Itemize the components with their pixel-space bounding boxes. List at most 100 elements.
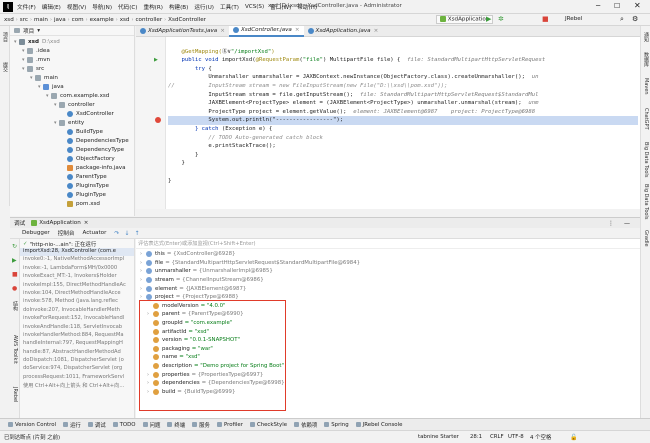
step-into-icon[interactable]: ↓ [124, 230, 129, 237]
tree-item[interactable]: package-info.java [10, 163, 134, 172]
editor-gutter[interactable]: ▶ [136, 37, 166, 209]
minimize-button[interactable]: ─ [596, 2, 600, 10]
stack-frame[interactable]: invoke:578, Method (java.lang.reflec [20, 298, 134, 306]
stack-frame[interactable]: invoke:-1, LambdaForm$MH/0x0000 [20, 265, 134, 273]
tool-window-button[interactable]: 问题 [142, 421, 160, 429]
settings-icon[interactable]: ⚙ [632, 15, 638, 23]
stop-icon[interactable]: ■ [542, 15, 549, 23]
tabnine-status[interactable]: tabnine Starter [418, 434, 459, 440]
tree-item[interactable]: ▾ src [10, 64, 134, 73]
menu-item[interactable]: 编辑(E) [42, 3, 61, 11]
editor-tab[interactable]: XsdApplicationTests.java × [136, 26, 229, 37]
stack-frame[interactable]: invokeExact_MT:-1, Invokers$Holder [20, 273, 134, 281]
editor-tab[interactable]: XsdController.java × [228, 25, 304, 37]
stack-frame[interactable]: importXsd:28, XsdController (com.e [20, 248, 134, 257]
tree-item[interactable]: XsdController [10, 109, 134, 118]
menu-item[interactable]: 导航(N) [92, 3, 112, 11]
lock-icon[interactable]: 🔓 [570, 434, 577, 441]
tool-window-button[interactable]: Profiler [216, 422, 243, 428]
tree-item[interactable]: pom.xsd [10, 199, 134, 208]
line-separator[interactable]: CRLF [490, 434, 504, 440]
maven-tool-tab[interactable]: Maven [643, 78, 649, 95]
tree-item[interactable]: ▾ .idea [10, 46, 134, 55]
run-icon[interactable]: ▶ [486, 15, 491, 23]
maximize-button[interactable]: ☐ [614, 2, 620, 10]
evaluate-bar[interactable]: 评估表达式(Enter)或添加监视(Ctrl+Shift+Enter) [136, 239, 640, 249]
breadcrumb-item[interactable]: XsdController [168, 17, 206, 23]
breadcrumb-item[interactable]: src [20, 17, 28, 23]
big-data-tools-tab[interactable]: Big Data Tools [643, 142, 649, 177]
variable-row[interactable]: › unmarshaller = {UnmarshallerImpl@6985} [136, 267, 640, 276]
tool-window-button[interactable]: Spring [324, 422, 349, 428]
tool-window-button[interactable]: 依赖项 [294, 421, 317, 429]
tool-window-button[interactable]: Version Control [8, 422, 56, 428]
notifications-tool-tab[interactable]: 通知 [643, 32, 650, 42]
stack-frame[interactable]: invokeHandlerMethod:884, RequestMa [20, 332, 134, 340]
tree-item[interactable]: PluginType [10, 190, 134, 199]
stack-frame[interactable]: doDispatch:1081, DispatcherServlet (o [20, 357, 134, 365]
breadcrumb-item[interactable]: xsd [4, 17, 14, 23]
breadcrumb-item[interactable]: example [90, 17, 114, 23]
menu-item[interactable]: 构建(B) [169, 3, 188, 11]
tree-item[interactable]: ▾ com.example.xsd [10, 91, 134, 100]
tree-item[interactable]: ▾ entity [10, 118, 134, 127]
menu-item[interactable]: 文件(F) [17, 3, 36, 11]
stack-frame[interactable]: invokeForRequest:152, InvocableHandl [20, 315, 134, 323]
stack-frame[interactable]: doInvoke:207, InvocableHandlerMeth [20, 307, 134, 315]
editor-tab[interactable]: XsdApplication.java × [304, 26, 383, 37]
gradle-tool-tab[interactable]: Gradle [643, 230, 649, 247]
variable-row[interactable]: › element = {JAXBElement@6987} [136, 284, 640, 293]
menu-item[interactable]: 运行(U) [194, 3, 214, 11]
stack-frame[interactable]: invoke0:-1, NativeMethodAccessorImpl [20, 256, 134, 264]
breadcrumb-item[interactable]: xsd [120, 17, 130, 23]
minimize-panel-icon[interactable]: — [624, 220, 630, 227]
project-tool-tab[interactable]: 项目 [2, 32, 9, 42]
menu-item[interactable]: 重构(R) [143, 3, 162, 11]
run-gutter-icon[interactable]: ▶ [154, 57, 158, 63]
tree-item[interactable]: DependenciesType [10, 136, 134, 145]
menu-item[interactable]: 视图(V) [67, 3, 86, 11]
tool-window-button[interactable]: JRebel Console [355, 422, 402, 428]
thread-selector[interactable]: ✓ "http-nio-...ain": 正在运行 [20, 239, 134, 248]
tree-item[interactable]: ▾ .mvn [10, 55, 134, 64]
close-icon[interactable]: × [295, 27, 300, 33]
tree-item[interactable]: ObjectFactory [10, 154, 134, 163]
breadcrumb-item[interactable]: controller [135, 17, 162, 23]
close-icon[interactable]: × [220, 28, 225, 34]
tree-item[interactable]: ▾ main [10, 73, 134, 82]
more-icon[interactable]: ⋮ [608, 220, 614, 227]
big-data-tools-tab-2[interactable]: Big Data Tools [643, 184, 649, 219]
step-out-icon[interactable]: ↑ [134, 230, 139, 237]
tree-item[interactable]: DependencyType [10, 145, 134, 154]
tool-window-button[interactable]: TODO [112, 422, 136, 428]
stack-frame[interactable]: doService:974, DispatcherServlet (org [20, 365, 134, 373]
variable-row[interactable]: › file = {StandardMultipartHttpServletRequ… [136, 259, 640, 268]
breadcrumb-item[interactable]: main [34, 17, 48, 23]
tab-debugger[interactable]: Debugger [22, 230, 50, 236]
resume-icon[interactable]: ▶ [12, 257, 17, 264]
file-encoding[interactable]: UTF-8 [508, 434, 524, 440]
stop-icon[interactable]: ■ [12, 271, 18, 278]
menu-item[interactable]: VCS(S) [245, 4, 264, 10]
rerun-icon[interactable]: ↻ [12, 243, 17, 250]
tool-window-button[interactable]: 运行 [63, 421, 81, 429]
tree-item[interactable]: BuildType [10, 127, 134, 136]
debug-icon[interactable]: ✲ [498, 15, 504, 23]
variable-row[interactable]: › stream = {ChannelInputStream@6986} [136, 276, 640, 285]
view-breakpoints-icon[interactable]: ● [12, 285, 17, 292]
database-tool-tab[interactable]: 数据库 [643, 52, 650, 67]
chatgpt-tool-tab[interactable]: ChatGPT [643, 108, 649, 130]
close-icon[interactable]: × [374, 28, 379, 34]
stack-frame[interactable]: invokeImpl:155, DirectMethodHandleAc [20, 282, 134, 290]
indent-setting[interactable]: 4 个空格 [530, 433, 551, 441]
stack-frame[interactable]: invoke:104, DirectMethodHandleAcce [20, 290, 134, 298]
stack-frame[interactable]: handle:87, AbstractHandlerMethodAd [20, 349, 134, 357]
stack-frame[interactable]: invokeAndHandle:118, ServletInvocab [20, 324, 134, 332]
run-config-selector[interactable]: XsdApplication [436, 15, 494, 24]
code-editor[interactable]: @GetMapping(ⓖ∨"/importXsd") public void … [136, 37, 640, 209]
search-icon[interactable]: ⌕ [620, 15, 624, 24]
tree-item[interactable]: ▾ controller [10, 100, 134, 109]
stack-frame[interactable]: handleInternal:797, RequestMappingH [20, 340, 134, 348]
breadcrumb-item[interactable]: java [54, 17, 66, 23]
breadcrumb-item[interactable]: com [72, 17, 84, 23]
